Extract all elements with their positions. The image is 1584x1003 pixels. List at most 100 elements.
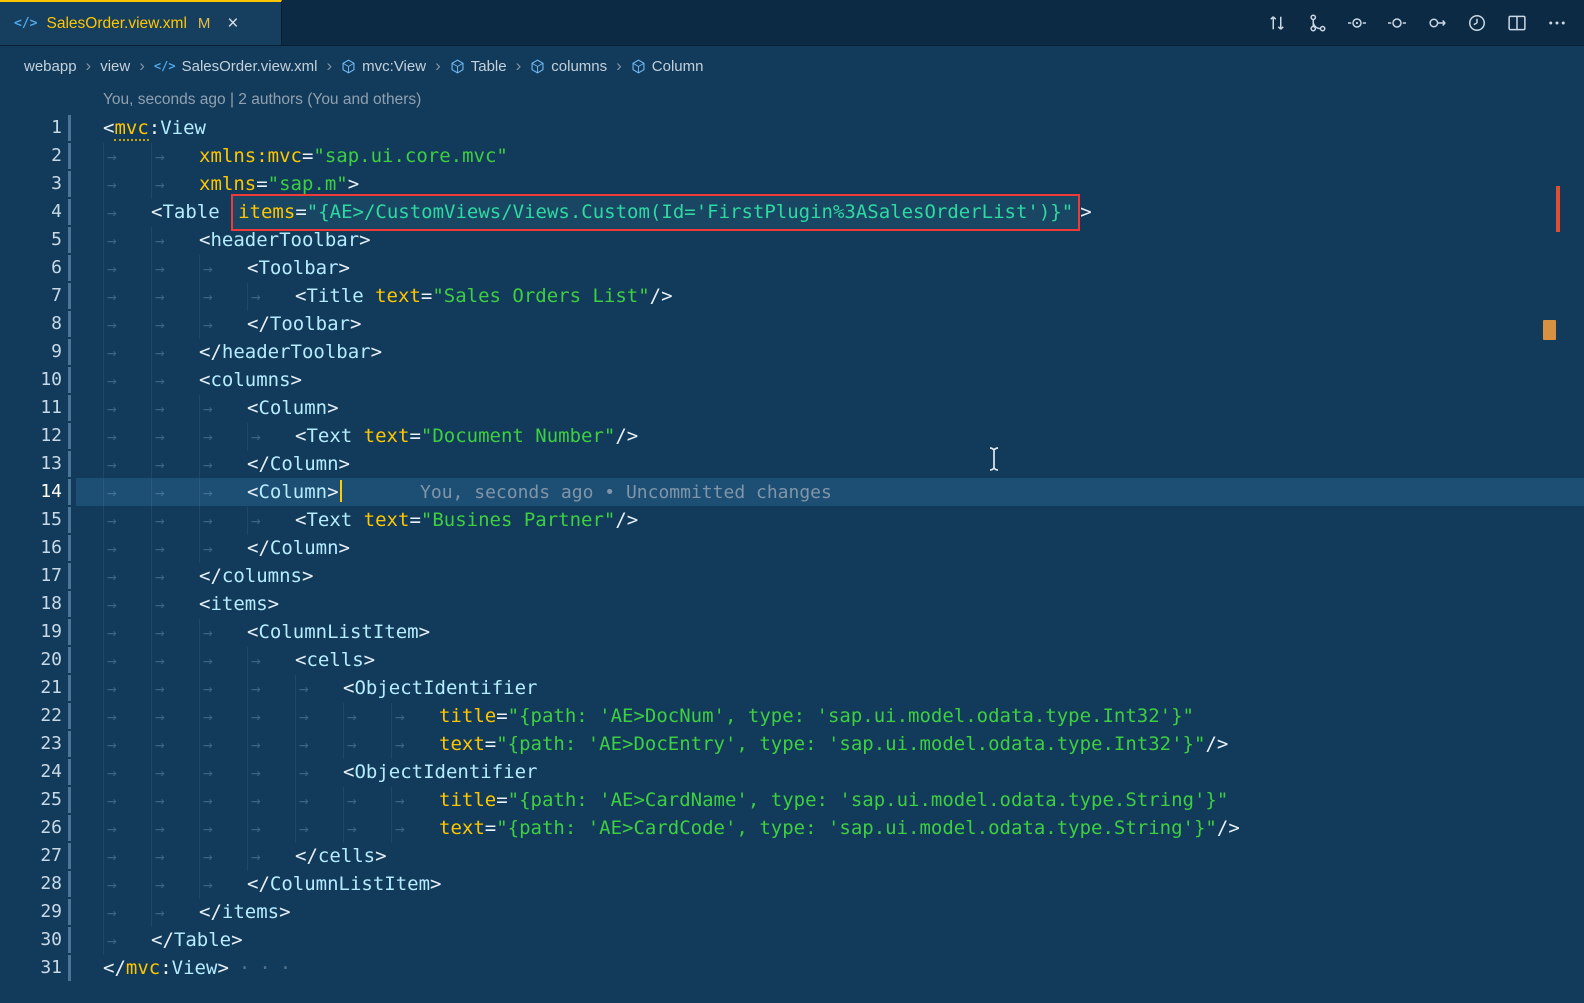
line-number[interactable]: 28: [0, 870, 66, 898]
close-tab-icon[interactable]: ×: [227, 14, 238, 33]
code-line-29[interactable]: 29→→</items>: [0, 898, 1584, 926]
line-number[interactable]: 26: [0, 814, 66, 842]
code-line-23[interactable]: 23→→→→→→→text="{path: 'AE>DocEntry', typ…: [0, 730, 1584, 758]
breadcrumb-separator: ›: [435, 56, 441, 76]
commit-graph-icon[interactable]: [1306, 12, 1328, 34]
code-line-8[interactable]: 8→→→</Toolbar>: [0, 310, 1584, 338]
line-number[interactable]: 3: [0, 170, 66, 198]
breadcrumb-item-table[interactable]: Table: [450, 58, 507, 75]
line-number[interactable]: 16: [0, 534, 66, 562]
code-token: </: [151, 929, 174, 951]
code-line-22[interactable]: 22 →→→→→→→title="{path: 'AE>DocNum', type…: [0, 702, 1584, 730]
code-line-27[interactable]: 27 →→→→</cells>: [0, 842, 1584, 870]
code-line-25[interactable]: 25→→→→→→→title="{path: 'AE>CardName', ty…: [0, 786, 1584, 814]
code-content: →→→</ColumnListItem>: [76, 870, 1584, 898]
code-line-4[interactable]: 4→<Table items="{AE>/CustomViews/Views.C…: [0, 198, 1584, 226]
line-number[interactable]: 27: [0, 842, 66, 870]
open-on-remote-icon[interactable]: [1426, 12, 1448, 34]
line-number[interactable]: 7: [0, 282, 66, 310]
code-line-20[interactable]: 20→→→→<cells>: [0, 646, 1584, 674]
code-line-10[interactable]: 10→→<columns>: [0, 366, 1584, 394]
code-line-5[interactable]: 5→→<headerToolbar>: [0, 226, 1584, 254]
gutter-change-indicator: [66, 786, 76, 814]
line-number[interactable]: 24: [0, 758, 66, 786]
line-number[interactable]: 8: [0, 310, 66, 338]
split-editor-icon[interactable]: [1506, 12, 1528, 34]
code-token: <: [151, 201, 162, 223]
code-line-17[interactable]: 17→→</columns>: [0, 562, 1584, 590]
code-line-7[interactable]: 7→→→→<Title text="Sales Orders List"/>: [0, 282, 1584, 310]
tab-salesorder-view-xml[interactable]: </> SalesOrder.view.xml M ×: [0, 0, 282, 45]
code-content: →→→<Toolbar>: [76, 254, 1584, 282]
xml-symbol-icon: [341, 59, 356, 74]
line-number[interactable]: 9: [0, 338, 66, 366]
line-number[interactable]: 22: [0, 702, 66, 730]
toggle-file-heatmap-icon[interactable]: [1386, 12, 1408, 34]
code-editor[interactable]: You, seconds ago | 2 authors (You and ot…: [0, 86, 1584, 982]
line-number[interactable]: 6: [0, 254, 66, 282]
code-content: →→→→</cells>: [76, 842, 1584, 870]
line-number[interactable]: 4: [0, 198, 66, 226]
line-number[interactable]: 20: [0, 646, 66, 674]
tab-whitespace-arrow: →: [151, 563, 199, 591]
breadcrumb-label: Column: [652, 58, 704, 75]
breadcrumb-item-salesorder-view-xml[interactable]: </>SalesOrder.view.xml: [154, 58, 318, 75]
line-number[interactable]: 29: [0, 898, 66, 926]
more-actions-icon[interactable]: [1546, 12, 1568, 34]
line-number[interactable]: 10: [0, 366, 66, 394]
code-line-9[interactable]: 9→→</headerToolbar>: [0, 338, 1584, 366]
tab-whitespace-arrow: →: [151, 395, 199, 423]
breadcrumb-item-webapp[interactable]: webapp: [24, 58, 77, 75]
code-line-1[interactable]: 1<mvc:View: [0, 114, 1584, 142]
line-number[interactable]: 17: [0, 562, 66, 590]
gutter-change-indicator: [66, 422, 76, 450]
code-token: =: [302, 145, 313, 167]
code-line-18[interactable]: 18→→<items>: [0, 590, 1584, 618]
open-changes-icon[interactable]: [1266, 12, 1288, 34]
code-line-21[interactable]: 21→→→→→<ObjectIdentifier: [0, 674, 1584, 702]
code-content: →→→→→<ObjectIdentifier: [76, 758, 1584, 786]
file-history-icon[interactable]: [1466, 12, 1488, 34]
line-number[interactable]: 11: [0, 394, 66, 422]
tab-whitespace-arrow: →: [151, 451, 199, 479]
code-line-11[interactable]: 11→→→<Column>: [0, 394, 1584, 422]
toggle-file-blame-icon[interactable]: [1346, 12, 1368, 34]
breadcrumb-item-mvc-view[interactable]: mvc:View: [341, 58, 426, 75]
line-number[interactable]: 21: [0, 674, 66, 702]
line-number[interactable]: 30: [0, 926, 66, 954]
code-line-15[interactable]: 15→→→→<Text text="Busines Partner"/>: [0, 506, 1584, 534]
code-line-6[interactable]: 6 →→→<Toolbar>: [0, 254, 1584, 282]
line-number[interactable]: 18: [0, 590, 66, 618]
code-content: →→→→→→→title="{path: 'AE>DocNum', type: …: [76, 702, 1584, 730]
code-line-12[interactable]: 12→→→→<Text text="Document Number"/>: [0, 422, 1584, 450]
code-token: </: [247, 873, 270, 895]
line-number[interactable]: 5: [0, 226, 66, 254]
breadcrumb-item-view[interactable]: view: [100, 58, 130, 75]
code-line-24[interactable]: 24 →→→→→<ObjectIdentifier: [0, 758, 1584, 786]
code-line-26[interactable]: 26→→→→→→→text="{path: 'AE>CardCode', typ…: [0, 814, 1584, 842]
tab-whitespace-arrow: →: [199, 479, 247, 507]
code-line-2[interactable]: 2→→xmlns:mvc="sap.ui.core.mvc": [0, 142, 1584, 170]
line-number[interactable]: 23: [0, 730, 66, 758]
code-line-28[interactable]: 28 →→→</ColumnListItem>: [0, 870, 1584, 898]
code-line-30[interactable]: 30→</Table>: [0, 926, 1584, 954]
line-number[interactable]: 2: [0, 142, 66, 170]
line-number[interactable]: 19: [0, 618, 66, 646]
line-number[interactable]: 13: [0, 450, 66, 478]
code-line-13[interactable]: 13→→→</Column>: [0, 450, 1584, 478]
line-number[interactable]: 1: [0, 114, 66, 142]
breadcrumb-item-columns[interactable]: columns: [530, 58, 607, 75]
line-number[interactable]: 15: [0, 506, 66, 534]
line-number[interactable]: 12: [0, 422, 66, 450]
code-line-16[interactable]: 16→→→</Column>: [0, 534, 1584, 562]
breadcrumb-item-column[interactable]: Column: [631, 58, 704, 75]
line-number[interactable]: 25: [0, 786, 66, 814]
code-line-31[interactable]: 31</mvc:View>···: [0, 954, 1584, 982]
file-annotation-text: You, seconds ago | 2 authors (You and ot…: [76, 86, 421, 114]
line-number[interactable]: 31: [0, 954, 66, 982]
line-number[interactable]: 14: [0, 478, 66, 506]
code-token: columns: [222, 565, 302, 587]
code-line-14[interactable]: 14→→→<Column>You, seconds ago • Uncommit…: [0, 478, 1584, 506]
tab-whitespace-arrow: →: [103, 927, 151, 955]
code-line-19[interactable]: 19→→→<ColumnListItem>: [0, 618, 1584, 646]
